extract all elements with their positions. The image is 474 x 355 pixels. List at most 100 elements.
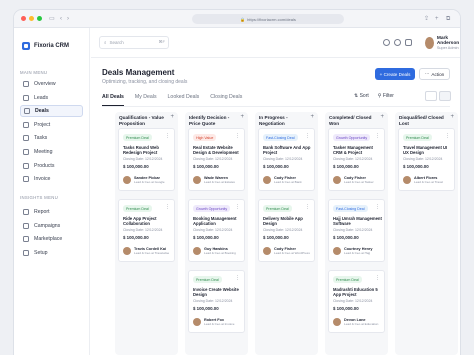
deal-badge: High Value: [193, 134, 217, 141]
browser-chrome: ▭ ‹ › 🔒 https://fixoriacrm.com/deals ⇪ + …: [14, 10, 460, 28]
deal-card[interactable]: Premium Deal ⋮ Delivery Mobile App Design C…: [258, 199, 315, 262]
user-menu[interactable]: Mark AndersonSuper Admin ⌄: [425, 36, 460, 50]
avatar: [333, 318, 341, 327]
kebab-menu-icon[interactable]: ⋮: [235, 275, 240, 281]
sidebar-item-label: Setup: [34, 249, 48, 256]
maximize-window-button[interactable]: [37, 16, 42, 21]
tab-closing-deals[interactable]: Closing Deals: [210, 94, 242, 106]
list-view-icon[interactable]: [425, 91, 437, 101]
deal-contact[interactable]: Devon Lane Lead & Ceo at Education: [333, 318, 378, 326]
mail-icon[interactable]: [405, 39, 412, 46]
board-view-icon[interactable]: [439, 91, 451, 101]
deal-card[interactable]: Fast-Closing Deal ⋮ Bank Software And App …: [258, 128, 315, 191]
deal-contact[interactable]: Cody Fisher Lead & Ceo at Bank: [263, 176, 302, 184]
tab-looked-deals[interactable]: Looked Deals: [168, 94, 200, 106]
tab-my-deals[interactable]: My Deals: [135, 94, 157, 106]
help-icon[interactable]: [383, 39, 390, 46]
sidebar-item-overview[interactable]: Overview: [20, 78, 83, 90]
page-title: Deals Management: [102, 68, 175, 77]
add-card-icon[interactable]: +: [240, 114, 244, 120]
deal-card[interactable]: High Value ⋮ Real Estate Website Design & …: [188, 128, 245, 191]
sidebar-toggle-icon[interactable]: ▭: [49, 15, 55, 23]
deal-card[interactable]: Growth Opportunity ⋮ Tasker Management CRM…: [328, 128, 385, 191]
action-button[interactable]: ⋯ Action: [419, 68, 450, 80]
column-title: Identify Decision - Price Quote: [189, 115, 230, 126]
deal-amount: $ 100,000.00: [333, 306, 359, 311]
minimize-window-button[interactable]: [29, 16, 34, 21]
sidebar-item-leads[interactable]: Leads: [20, 92, 83, 104]
avatar: [123, 247, 131, 256]
deal-card[interactable]: Premium Deal ⋮ Travel Management UI UX Des…: [398, 128, 455, 191]
deal-contact[interactable]: Cody Fisher Lead & Ceo at WordPress: [263, 247, 310, 255]
deal-card[interactable]: Premium Deal ⋮ Ride App Project Collaborat…: [118, 199, 175, 262]
browser-window: ▭ ‹ › 🔒 https://fixoriacrm.com/deals ⇪ + …: [14, 10, 460, 355]
deal-contact[interactable]: Albert Flores Lead & Ceo at Travel: [403, 176, 443, 184]
sort-label: Sort: [359, 93, 369, 99]
sidebar-item-marketplace[interactable]: Marketplace: [20, 233, 83, 245]
tabs-icon[interactable]: ⧉: [446, 15, 450, 23]
add-card-icon[interactable]: +: [380, 114, 384, 120]
back-icon[interactable]: ‹: [60, 15, 62, 23]
filter-button[interactable]: ⚲ Filter: [378, 93, 394, 99]
contact-info: Cody Fisher Lead & Ceo at Tasker: [344, 176, 374, 184]
deal-contact[interactable]: Guy Hawkins Lead & Ceo at Booking: [193, 247, 236, 255]
kebab-menu-icon[interactable]: ⋮: [305, 204, 310, 210]
tab-all-deals[interactable]: All Deals: [102, 94, 124, 106]
sidebar-item-campaigns[interactable]: Campaigns: [20, 220, 83, 232]
deal-contact[interactable]: Courtney Henry Lead & Ceo at Hajj: [333, 247, 372, 255]
kebab-menu-icon[interactable]: ⋮: [445, 133, 450, 139]
new-tab-icon[interactable]: +: [435, 15, 439, 23]
sidebar-item-project[interactable]: Project: [20, 119, 83, 131]
grid-icon: [23, 81, 29, 87]
kebab-menu-icon[interactable]: ⋮: [235, 133, 240, 139]
add-card-icon[interactable]: +: [450, 114, 454, 120]
board-column: Identify Decision - Price Quote + High Val…: [185, 112, 248, 355]
deal-contact[interactable]: Sandee Pickar Lead & Ceo at Google: [123, 176, 165, 184]
app-logo[interactable]: Fixoria CRM: [22, 42, 69, 50]
sidebar-item-setup[interactable]: Setup: [20, 247, 83, 259]
sort-button[interactable]: ⇅ Sort: [354, 93, 369, 99]
sidebar-item-meeting[interactable]: Meeting: [20, 146, 83, 158]
deal-card[interactable]: Growth Opportunity ⋮ Booking Management Ap…: [188, 199, 245, 262]
sidebar-item-deals[interactable]: Deals: [20, 105, 83, 118]
kebab-menu-icon[interactable]: ⋮: [305, 133, 310, 139]
kebab-menu-icon[interactable]: ⋮: [375, 275, 380, 281]
kebab-menu-icon[interactable]: ⋮: [235, 204, 240, 210]
sidebar-item-invoice[interactable]: Invoice: [20, 173, 83, 185]
share-icon[interactable]: ⇪: [424, 15, 429, 23]
kebab-menu-icon[interactable]: ⋮: [375, 204, 380, 210]
kebab-menu-icon[interactable]: ⋮: [165, 204, 170, 210]
deal-contact[interactable]: Travis Cordell Kai Lead & Ceo at Travelwi…: [123, 247, 169, 255]
address-bar[interactable]: 🔒 https://fixoriacrm.com/deals: [192, 14, 344, 24]
create-deals-button[interactable]: + Create Deals: [375, 68, 415, 80]
deal-title: Bank Software And App Project: [263, 145, 311, 155]
deal-contact[interactable]: Wade Warren Lead & Ceo at Estates: [193, 176, 235, 184]
kebab-menu-icon[interactable]: ⋮: [375, 133, 380, 139]
forward-icon[interactable]: ›: [67, 15, 69, 23]
add-card-icon[interactable]: +: [170, 114, 174, 120]
kebab-menu-icon[interactable]: ⋮: [165, 133, 170, 139]
deal-contact[interactable]: Robert Fox Lead & Ceo at Invoice: [193, 318, 234, 326]
close-window-button[interactable]: [21, 16, 26, 21]
deal-contact[interactable]: Cody Fisher Lead & Ceo at Tasker: [333, 176, 374, 184]
closing-date: Closing Date: 12/12/2024: [193, 299, 233, 303]
sidebar-item-products[interactable]: Products: [20, 160, 83, 172]
closing-date: Closing Date: 12/12/2024: [333, 299, 373, 303]
column-title: Qualification - Value Proposition: [119, 115, 164, 126]
main-content: Deals Management Optimizing, tracking, a…: [91, 58, 460, 355]
sidebar-item-report[interactable]: Report: [20, 206, 83, 218]
avatar: [425, 37, 434, 49]
sidebar-item-tasks[interactable]: Tasks: [20, 132, 83, 144]
search-input[interactable]: ⌕ Search ⌘F: [99, 36, 169, 49]
deal-card[interactable]: Premium Deal ⋮ Madrashti Education 5 App P…: [328, 270, 385, 333]
add-card-icon[interactable]: +: [310, 114, 314, 120]
contact-role: Lead & Ceo at Travelwise: [134, 251, 170, 256]
deal-card[interactable]: Fast-Closing Deal ⋮ Hajj Umrah Management …: [328, 199, 385, 262]
deal-title: Invoice Create Website Design: [193, 287, 239, 297]
deal-amount: $ 100,000.00: [193, 235, 219, 240]
deal-card[interactable]: Premium Deal ⋮ Tasks Round Web Redesign Pr…: [118, 128, 175, 191]
closing-date: Closing Date: 12/12/2024: [193, 157, 233, 161]
bell-icon[interactable]: [394, 39, 401, 46]
deal-card[interactable]: Premium Deal ⋮ Invoice Create Website Desi…: [188, 270, 245, 333]
sidebar-item-label: Project: [34, 121, 51, 128]
